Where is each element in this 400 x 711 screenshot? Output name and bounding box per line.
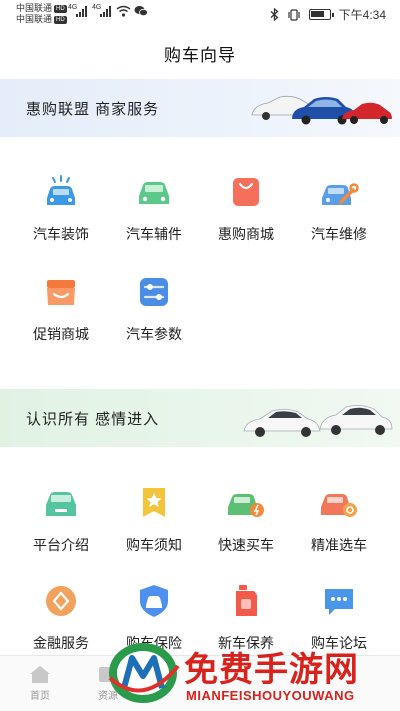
status-right: 下午4:34	[270, 6, 386, 23]
title-bar: 购车向导	[0, 28, 400, 78]
forum-chat-icon	[325, 589, 353, 615]
grid-item-discount-mall[interactable]: 惠购商城	[200, 172, 292, 272]
shopping-bag-icon	[233, 178, 259, 206]
grid-item-label: 平台介绍	[33, 537, 89, 553]
watermark-subtext: MIANFEISHOUYOUWANG	[186, 688, 355, 703]
oil-can-icon	[236, 585, 257, 616]
watermark-text: 免费手游网	[184, 651, 359, 689]
grid-item-car-accessories[interactable]: 汽车辅件	[108, 172, 200, 272]
grid-item-car-parameters[interactable]: 汽车参数	[108, 272, 200, 372]
grid-item-label: 惠购商城	[218, 226, 274, 242]
wifi-icon	[116, 5, 131, 17]
section-merchant-grid: 汽车装饰 汽车辅件 惠购商城 汽车维修 促销商城 汽车参数	[0, 137, 400, 389]
bluetooth-icon	[270, 8, 279, 21]
grid-item-label: 汽车辅件	[126, 226, 182, 242]
banner-text: 惠购联盟 商家服务	[26, 100, 160, 118]
grid-item-label: 购车须知	[126, 537, 182, 553]
carrier-label-1: 中国联通 HD	[16, 3, 67, 13]
grid-item-platform-intro[interactable]: 平台介绍	[15, 483, 107, 583]
grid-item-label: 促销商城	[33, 326, 89, 342]
finance-icon	[46, 586, 76, 616]
grid-item-label: 汽车参数	[126, 326, 182, 342]
banner-text: 认识所有 感情进入	[26, 410, 160, 428]
wechat-icon	[134, 6, 148, 17]
grid-item-label: 汽车装饰	[33, 226, 89, 242]
banner-merchant-services[interactable]: 惠购联盟 商家服务	[0, 79, 400, 137]
signal-icon-2	[100, 5, 111, 17]
nav-label: 首页	[30, 691, 50, 702]
grid-item-label: 金融服务	[33, 635, 89, 651]
fast-car-icon	[228, 494, 264, 517]
car-front-icon	[46, 492, 76, 516]
carrier-label-2: 中国联通 HD	[16, 14, 67, 24]
vibrate-icon	[288, 8, 300, 21]
grid-item-label: 汽车维修	[311, 226, 367, 242]
battery-icon	[308, 9, 334, 20]
watermark-logo	[108, 643, 180, 703]
banner-cars-image	[251, 95, 392, 125]
status-bar: 中国联通 HD 中国联通 HD 4G 4G 下午4:34	[0, 0, 400, 28]
banner-know-all[interactable]: 认识所有 感情进入	[0, 389, 400, 447]
insurance-car-icon	[140, 585, 168, 617]
banner-cars-image	[243, 405, 393, 437]
section-guide-grid: 平台介绍 购车须知 快速买车 精准选车 金融服务 购车保险 新车保养 购车论坛	[0, 447, 400, 655]
star-badge-icon	[143, 488, 165, 517]
grid-item-promotion-mall[interactable]: 促销商城	[15, 272, 107, 372]
grid-item-car-repair[interactable]: 汽车维修	[293, 172, 385, 272]
grid-item-purchase-notes[interactable]: 购车须知	[108, 483, 200, 583]
grid-item-label: 快速买车	[218, 537, 274, 553]
status-time: 下午4:34	[338, 8, 386, 22]
grid-item-quick-buy[interactable]: 快速买车	[200, 483, 292, 583]
sliders-icon	[140, 278, 168, 306]
grid-item-label: 精准选车	[311, 537, 367, 553]
grid-item-car-decoration[interactable]: 汽车装饰	[15, 172, 107, 272]
grid-item-precise-selection[interactable]: 精准选车	[293, 483, 385, 583]
store-icon	[47, 280, 75, 305]
target-car-icon	[321, 494, 357, 517]
car-icon	[139, 182, 169, 204]
car-wash-icon	[47, 175, 75, 205]
signal-icon	[76, 5, 87, 17]
car-repair-icon	[322, 183, 359, 205]
page-title: 购车向导	[164, 45, 236, 65]
home-icon	[30, 666, 50, 683]
watermark: 免费手游网 MIANFEISHOUYOUWANG	[100, 636, 400, 711]
